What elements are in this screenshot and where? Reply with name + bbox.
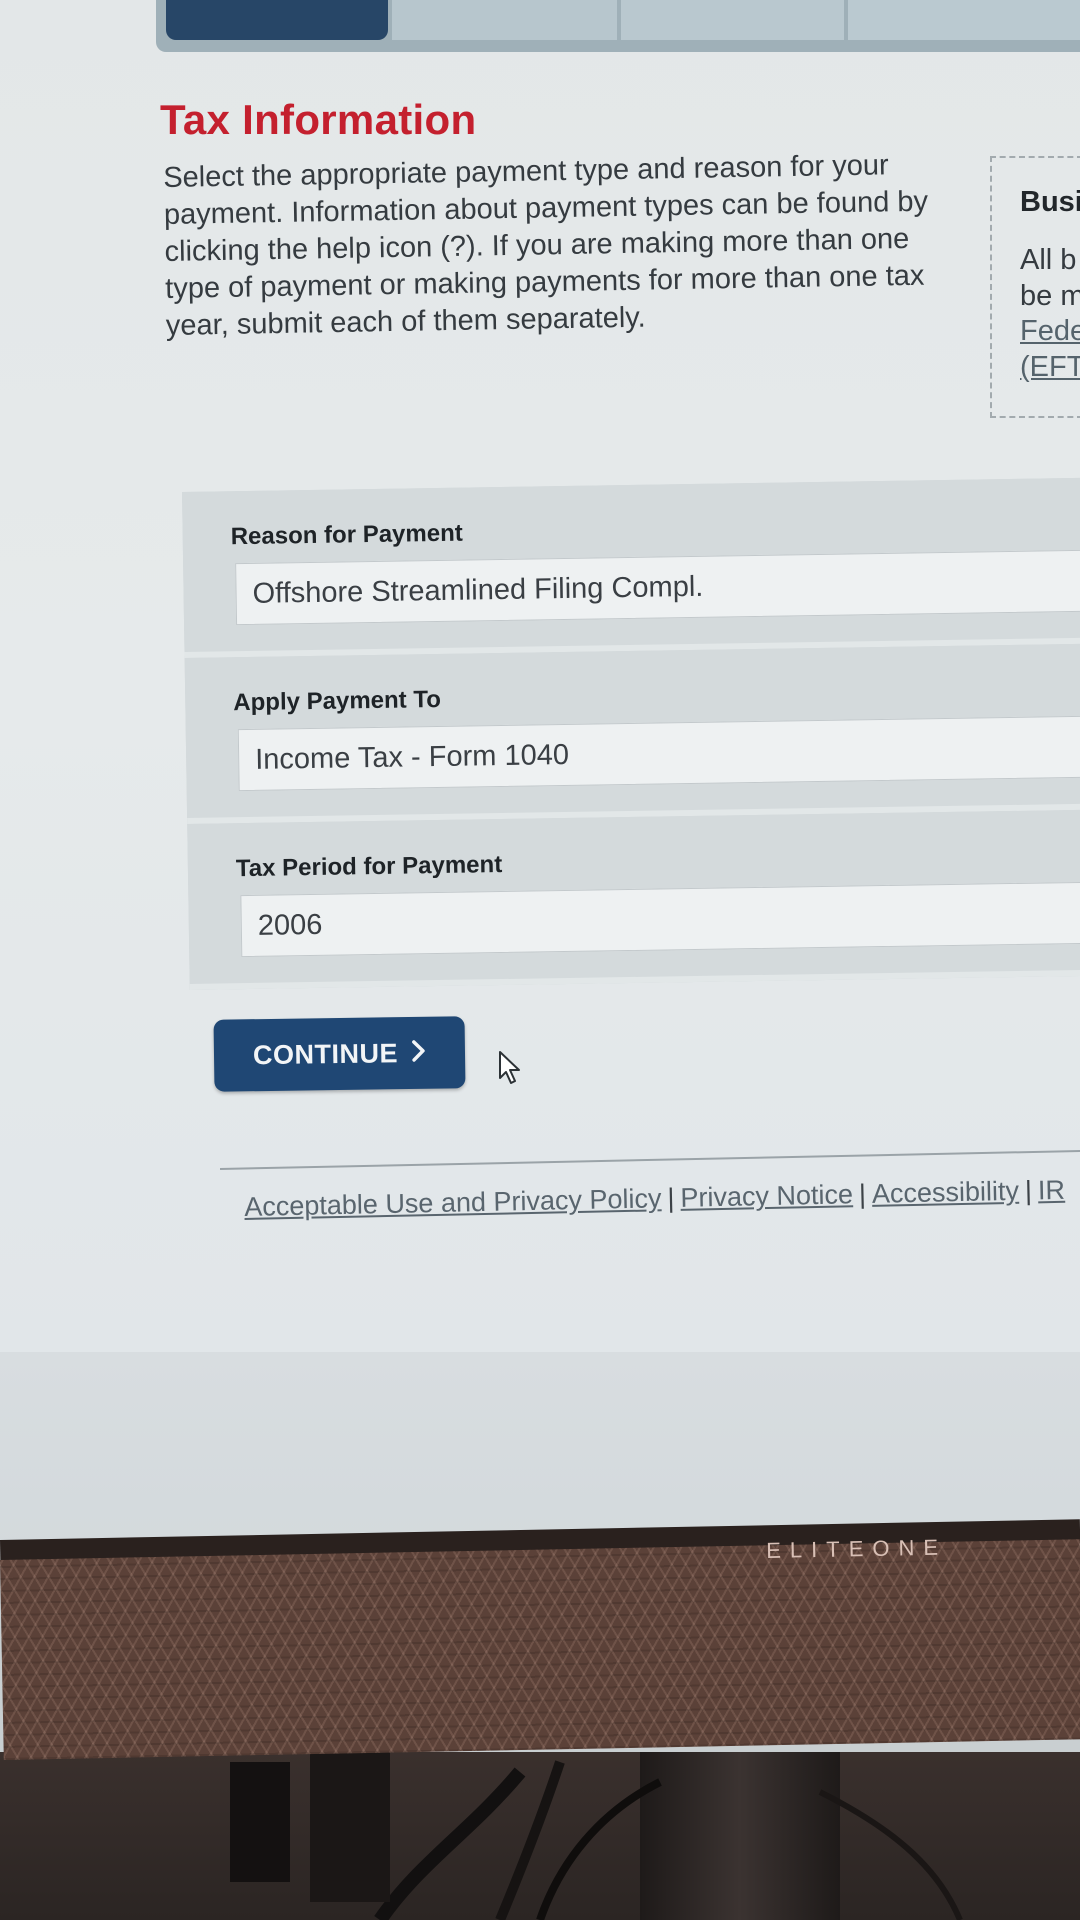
side-box-link[interactable]: Fede xyxy=(1020,315,1080,348)
continue-label: CONTINUE xyxy=(252,1037,399,1070)
monitor-bezel xyxy=(0,1539,1080,1760)
footer-link-accessibility[interactable]: Accessibility xyxy=(872,1176,1020,1209)
footer-links: Acceptable Use and Privacy Policy | Privac… xyxy=(244,1174,1080,1223)
footer-separator: | xyxy=(1024,1175,1033,1206)
side-box-text-line: All b xyxy=(1020,244,1077,276)
footer-link-irs[interactable]: IR xyxy=(1038,1175,1066,1206)
monitor-brand-label: ELITEONE xyxy=(766,1534,948,1563)
apply-field-group: Apply Payment To Income Tax - Form 1040 xyxy=(184,643,1080,824)
intro-paragraph: Select the appropriate payment type and … xyxy=(163,149,929,342)
tab-3[interactable] xyxy=(621,0,844,40)
side-box-link[interactable]: (EFT xyxy=(1020,351,1080,384)
tab-2[interactable] xyxy=(392,0,617,40)
tax-period-select[interactable]: 2006 xyxy=(240,881,1080,958)
page-content: Tax Information Select the appropriate p… xyxy=(0,0,1080,1352)
side-box-text-line: be m xyxy=(1020,280,1080,312)
mouse-pointer-icon xyxy=(498,1050,524,1091)
footer-divider xyxy=(220,1149,1080,1170)
continue-button[interactable]: CONTINUE xyxy=(213,1016,466,1092)
chevron-right-icon xyxy=(412,1037,426,1068)
monitor-screen: Tax Information Select the appropriate p… xyxy=(0,0,1080,1555)
reason-label: Reason for Payment xyxy=(230,519,463,551)
apply-label: Apply Payment To xyxy=(233,685,442,717)
period-label: Tax Period for Payment xyxy=(235,851,503,883)
period-field-group: Tax Period for Payment 2006 xyxy=(187,809,1080,990)
footer-separator: | xyxy=(667,1182,675,1214)
cables xyxy=(230,1752,963,1920)
payment-form: Reason for Payment Offshore Streamlined … xyxy=(182,477,1080,990)
page-title: Tax Information xyxy=(160,96,477,143)
apply-payment-select[interactable]: Income Tax - Form 1040 xyxy=(237,715,1080,792)
reason-field-group: Reason for Payment Offshore Streamlined … xyxy=(182,477,1080,658)
footer-link-acceptable-use[interactable]: Acceptable Use and Privacy Policy xyxy=(244,1183,662,1222)
reason-select[interactable]: Offshore Streamlined Filing Compl. xyxy=(235,549,1080,626)
tab-4[interactable] xyxy=(848,0,1080,40)
footer-separator: | xyxy=(858,1178,867,1210)
tab-active[interactable] xyxy=(166,0,388,40)
footer-link-privacy-notice[interactable]: Privacy Notice xyxy=(680,1179,853,1213)
side-box-title: Busi xyxy=(1020,186,1080,218)
